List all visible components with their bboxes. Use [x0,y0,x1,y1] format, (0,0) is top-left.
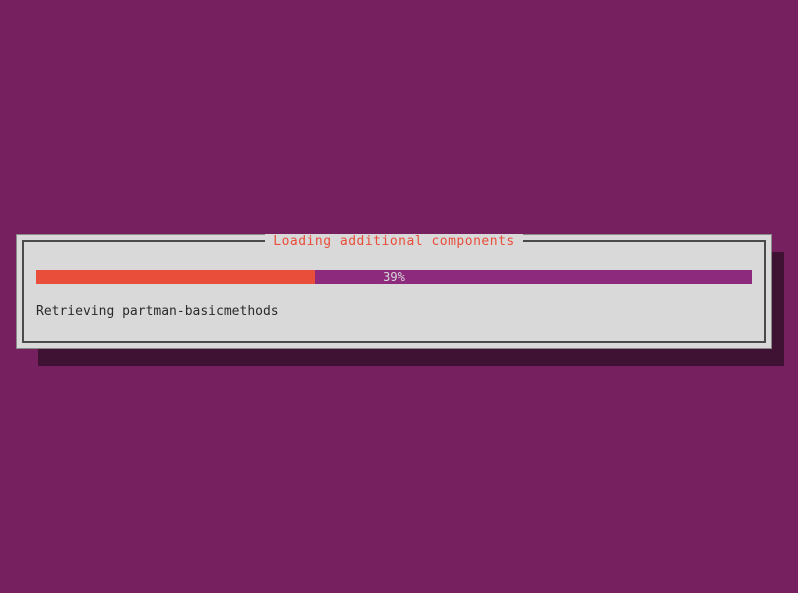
loading-dialog: Loading additional components 39% Retrie… [16,234,772,349]
progress-label: 39% [24,270,764,284]
dialog-border: Loading additional components 39% Retrie… [22,240,766,343]
status-text: Retrieving partman-basicmethods [36,304,279,319]
dialog-title: Loading additional components [265,234,522,249]
title-wrapper: Loading additional components [24,234,764,249]
